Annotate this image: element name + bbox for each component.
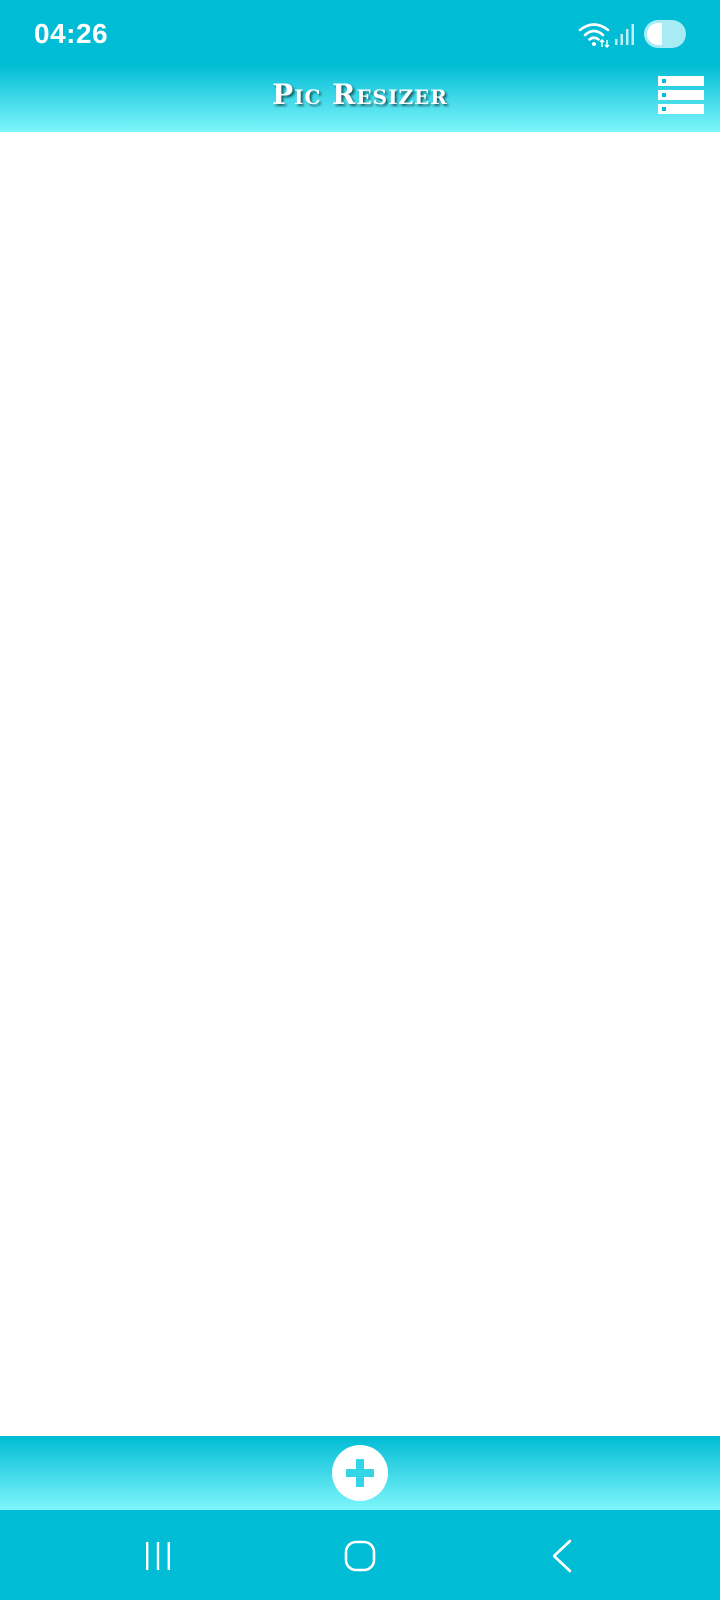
signal-icon bbox=[615, 24, 634, 45]
bottom-bar bbox=[0, 1436, 720, 1510]
back-icon bbox=[552, 1539, 572, 1573]
plus-icon bbox=[346, 1459, 374, 1487]
back-button[interactable] bbox=[540, 1534, 584, 1578]
home-icon bbox=[344, 1540, 376, 1572]
app-header: Pic Resizer bbox=[0, 64, 720, 132]
main-content-area bbox=[0, 132, 720, 1436]
app-title: Pic Resizer bbox=[272, 78, 448, 111]
recents-icon bbox=[146, 1542, 170, 1570]
menu-button[interactable] bbox=[656, 74, 706, 118]
list-menu-icon bbox=[658, 76, 704, 114]
battery-icon bbox=[644, 20, 686, 48]
home-button[interactable] bbox=[338, 1534, 382, 1578]
recents-button[interactable] bbox=[136, 1534, 180, 1578]
status-bar: 04:26 bbox=[0, 0, 720, 64]
system-nav-bar bbox=[0, 1510, 720, 1600]
add-button[interactable] bbox=[332, 1445, 388, 1501]
wifi-icon bbox=[578, 23, 610, 48]
status-time: 04:26 bbox=[34, 18, 109, 49]
screen: 04:26 Pic Resizer bbox=[0, 0, 720, 1600]
